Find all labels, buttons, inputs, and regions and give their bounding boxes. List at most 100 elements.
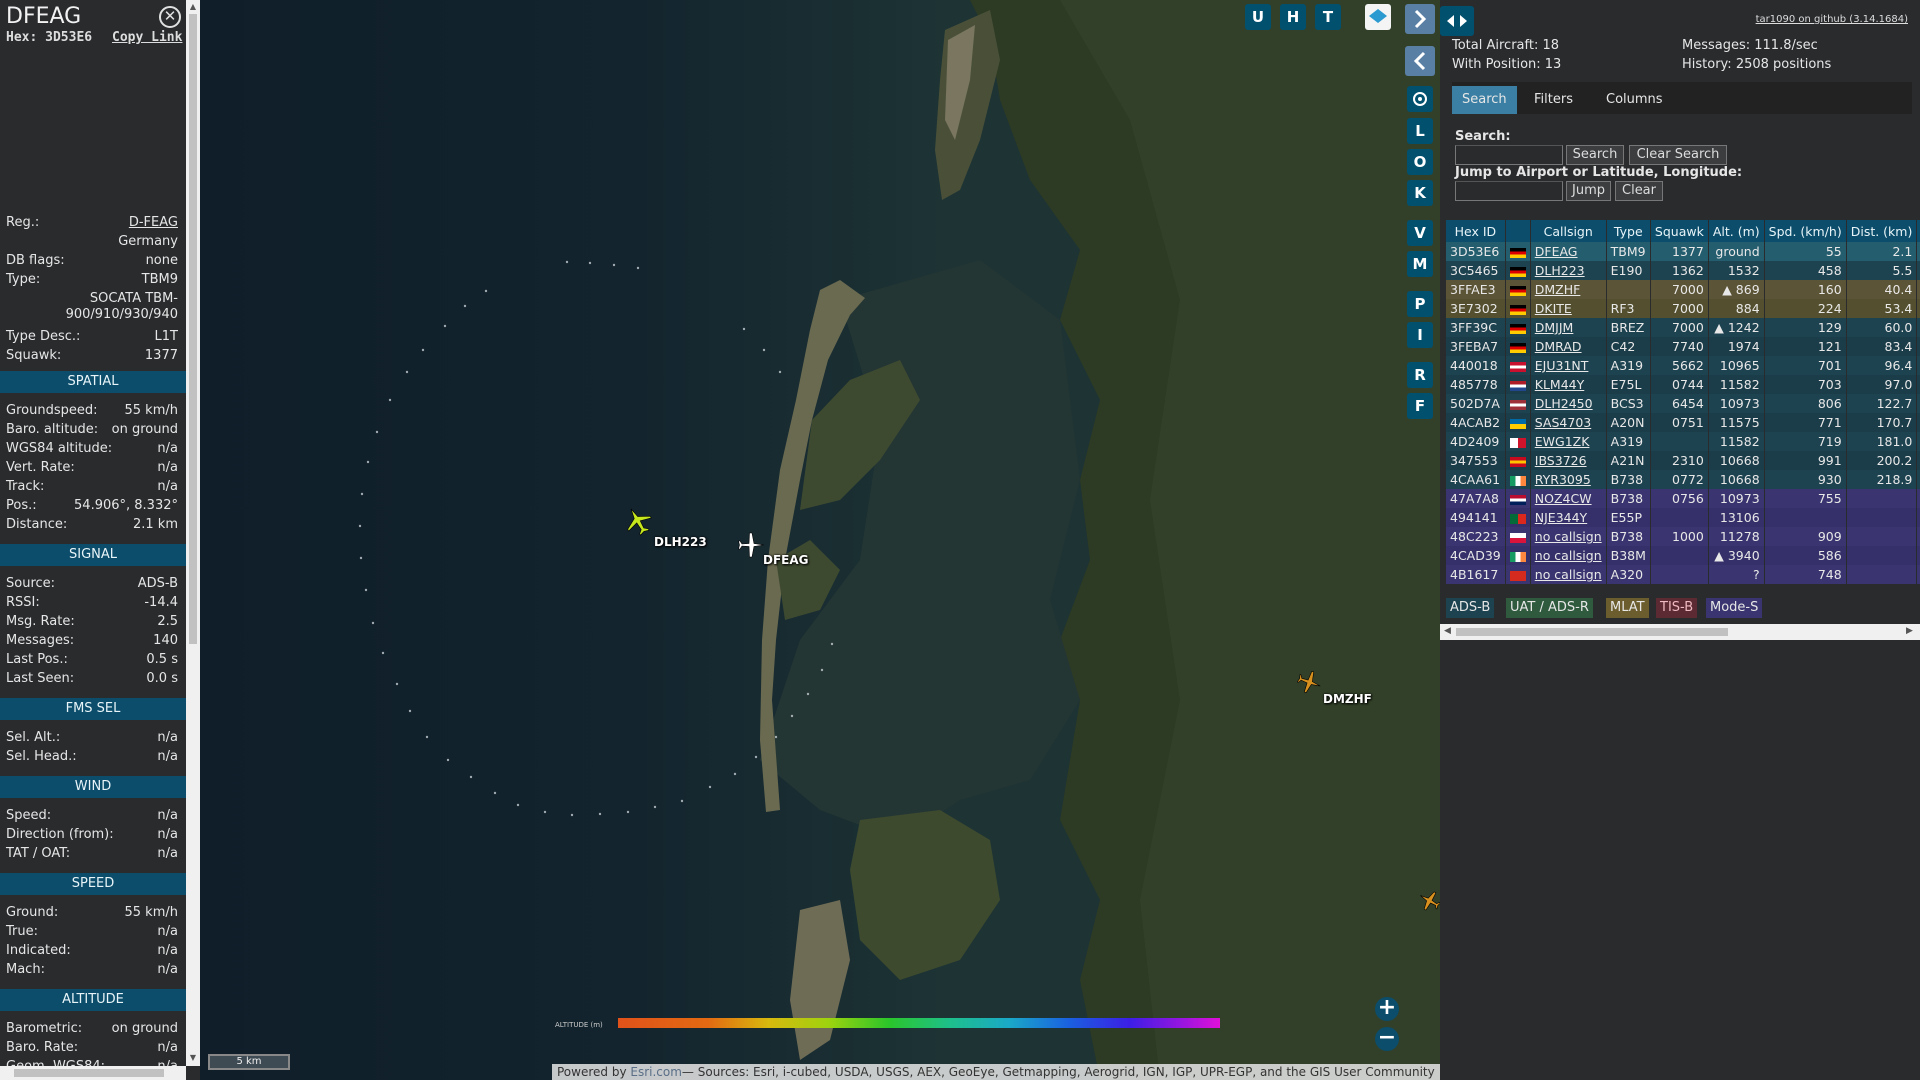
cell-cs[interactable]: no callsign xyxy=(1530,565,1607,584)
column-header[interactable] xyxy=(1505,220,1531,242)
table-row[interactable]: 502D7ADLH2450BCS3645410973806122.7-19.7 xyxy=(1446,394,1920,413)
toggle-r-button[interactable]: R xyxy=(1407,362,1433,388)
aircraft-edge-icon[interactable] xyxy=(1420,889,1440,913)
toggle-k-button[interactable]: K xyxy=(1407,180,1433,206)
cell-cs[interactable]: DMZHF xyxy=(1530,280,1607,299)
table-row[interactable]: 485778KLM44YE75L07441158270397.0-12.6 xyxy=(1446,375,1920,394)
esri-link[interactable]: Esri.com xyxy=(630,1065,682,1079)
toggle-u-button[interactable]: U xyxy=(1245,4,1271,30)
table-row[interactable]: 3FFAE3DMZHF7000▲ 86916040.4-19.5 xyxy=(1446,280,1920,299)
scroll-down-arrow-icon[interactable]: ▼ xyxy=(189,1054,197,1062)
table-row[interactable]: 3C5465DLH223E190136215324585.5-7.2 xyxy=(1446,261,1920,280)
cell-cs[interactable]: no callsign xyxy=(1530,527,1607,546)
toggle-t-button[interactable]: T xyxy=(1315,4,1341,30)
column-header[interactable]: Dist. (km) xyxy=(1846,220,1918,242)
toggle-p-button[interactable]: P xyxy=(1407,291,1433,317)
cell-cs[interactable]: DMRAD xyxy=(1530,337,1607,356)
table-row[interactable]: 347553IBS3726A21N231010668991200.2-23.2 xyxy=(1446,451,1920,470)
search-input[interactable] xyxy=(1455,145,1563,165)
info-row: Indicated: n/a xyxy=(6,941,178,960)
layers-button[interactable] xyxy=(1365,4,1391,30)
table-row[interactable]: 47A7A8NOZ4CWB738075610973755-25.8 xyxy=(1446,489,1920,508)
cell-cs[interactable]: DLH223 xyxy=(1530,261,1607,280)
column-header[interactable]: Alt. (m) xyxy=(1708,220,1765,242)
column-header[interactable]: Callsign xyxy=(1530,220,1607,242)
jump-button[interactable]: Jump xyxy=(1566,181,1611,201)
scroll-up-arrow-icon[interactable]: ▲ xyxy=(189,3,197,11)
cell-cs[interactable]: KLM44Y xyxy=(1530,375,1607,394)
clear-button[interactable]: Clear xyxy=(1615,181,1663,201)
table-row[interactable]: 4CAA61RYR3095B738077210668930218.9-24.3 xyxy=(1446,470,1920,489)
info-row: Reg.: D-FEAG xyxy=(6,213,178,232)
toggle-v-button[interactable]: V xyxy=(1407,220,1433,246)
cell-cs[interactable]: IBS3726 xyxy=(1530,451,1607,470)
table-row[interactable]: 4CAD39no callsignB38M▲ 3940586-25.2 xyxy=(1446,546,1920,565)
cell-cs[interactable]: EWG1ZK xyxy=(1530,432,1607,451)
scrollbar-thumb[interactable] xyxy=(14,1069,164,1077)
table-horizontal-scrollbar[interactable]: ◀ ▶ xyxy=(1440,624,1920,640)
tab-columns[interactable]: Columns xyxy=(1596,86,1673,114)
table-row[interactable]: 3E7302DKITERF3700088422453.4-25.2 xyxy=(1446,299,1920,318)
info-key: Baro. altitude: xyxy=(6,422,99,437)
tab-search[interactable]: Search xyxy=(1452,86,1517,114)
table-row[interactable]: 440018EJU31NTA31956621096570196.4-21.2 xyxy=(1446,356,1920,375)
info-key: True: xyxy=(6,924,38,939)
aircraft-dmzhf-icon[interactable] xyxy=(1295,668,1323,696)
expand-panel-button[interactable] xyxy=(1440,6,1474,36)
prev-arrow-button[interactable] xyxy=(1405,46,1435,76)
cell-cs[interactable]: NOZ4CW xyxy=(1530,489,1607,508)
cell-cs[interactable]: EJU31NT xyxy=(1530,356,1607,375)
tab-filters[interactable]: Filters xyxy=(1524,86,1583,114)
table-row[interactable]: 494141NJE344YE55P13106-25.8 xyxy=(1446,508,1920,527)
vertical-scrollbar[interactable]: ▲ ▼ xyxy=(186,0,200,1066)
github-link[interactable]: tar1090 on github (3.14.1684) xyxy=(1756,14,1908,25)
info-value: -14.4 xyxy=(144,595,178,610)
table-row[interactable]: 4ACAB2SAS4703A20N075111575771170.7-24.6 xyxy=(1446,413,1920,432)
toggle-i-button[interactable]: I xyxy=(1407,322,1433,348)
table-row[interactable]: 3FF39CDMJJMBREZ7000▲ 124212960.0-22.4 xyxy=(1446,318,1920,337)
toggle-l-button[interactable]: L xyxy=(1407,118,1433,144)
table-row[interactable]: 4D2409EWG1ZKA31911582719181.0-25.2 xyxy=(1446,432,1920,451)
column-header[interactable]: Type xyxy=(1606,220,1651,242)
info-key: Baro. Rate: xyxy=(6,1040,79,1055)
scrollbar-thumb[interactable] xyxy=(1456,628,1728,636)
map-view[interactable]: ALTITUDE (m) DLH223 DFEAG DMZHF U H T L … xyxy=(200,0,1440,1080)
table-row[interactable]: 48C223no callsignB738100011278909-23.9 xyxy=(1446,527,1920,546)
scroll-left-arrow-icon[interactable]: ◀ xyxy=(1444,626,1451,636)
toggle-m-button[interactable]: M xyxy=(1407,251,1433,277)
cell-cs[interactable]: RYR3095 xyxy=(1530,470,1607,489)
jump-input[interactable] xyxy=(1455,181,1563,201)
table-row[interactable]: 4B1617no callsignA320?748-25.4 xyxy=(1446,565,1920,584)
aircraft-dlh223-icon[interactable] xyxy=(622,505,654,537)
registration-link[interactable]: D-FEAG xyxy=(129,213,178,232)
cell-cs[interactable]: DMJJM xyxy=(1530,318,1607,337)
cell-cs[interactable]: no callsign xyxy=(1530,546,1607,565)
scroll-right-arrow-icon[interactable]: ▶ xyxy=(1906,626,1913,636)
cell-cs[interactable]: DLH2450 xyxy=(1530,394,1607,413)
toggle-o-button[interactable]: O xyxy=(1407,149,1433,175)
table-row[interactable]: 3FEBA7DMRADC427740197412183.4-20.7 xyxy=(1446,337,1920,356)
cell-cs[interactable]: DKITE xyxy=(1530,299,1607,318)
column-header[interactable]: Spd. (km/h) xyxy=(1764,220,1847,242)
cell-cs[interactable]: NJE344Y xyxy=(1530,508,1607,527)
clear-search-button[interactable]: Clear Search xyxy=(1629,145,1727,165)
cell-cs[interactable]: DFEAG xyxy=(1530,242,1607,261)
cell-sq: 1377 xyxy=(1650,242,1709,261)
next-arrow-button[interactable] xyxy=(1405,4,1435,34)
toggle-h-button[interactable]: H xyxy=(1280,4,1306,30)
cell-cs[interactable]: SAS4703 xyxy=(1530,413,1607,432)
column-header[interactable]: Hex ID xyxy=(1446,220,1506,242)
toggle-f-button[interactable]: F xyxy=(1407,393,1433,419)
close-icon[interactable]: ✕ xyxy=(159,6,181,28)
horizontal-scrollbar[interactable] xyxy=(0,1066,186,1080)
zoom-out-button[interactable]: − xyxy=(1375,1027,1399,1051)
search-button[interactable]: Search xyxy=(1566,145,1624,165)
info-key: Pos.: xyxy=(6,498,37,513)
copy-link-button[interactable]: Copy Link xyxy=(112,30,182,45)
settings-button[interactable] xyxy=(1407,86,1433,112)
column-header[interactable]: Squawk xyxy=(1650,220,1709,242)
cell-sq: 2310 xyxy=(1650,451,1709,470)
table-row[interactable]: 3D53E6DFEAGTBM91377ground552.1-14.4 xyxy=(1446,242,1920,261)
scrollbar-thumb[interactable] xyxy=(189,14,197,644)
zoom-in-button[interactable]: + xyxy=(1375,997,1399,1021)
